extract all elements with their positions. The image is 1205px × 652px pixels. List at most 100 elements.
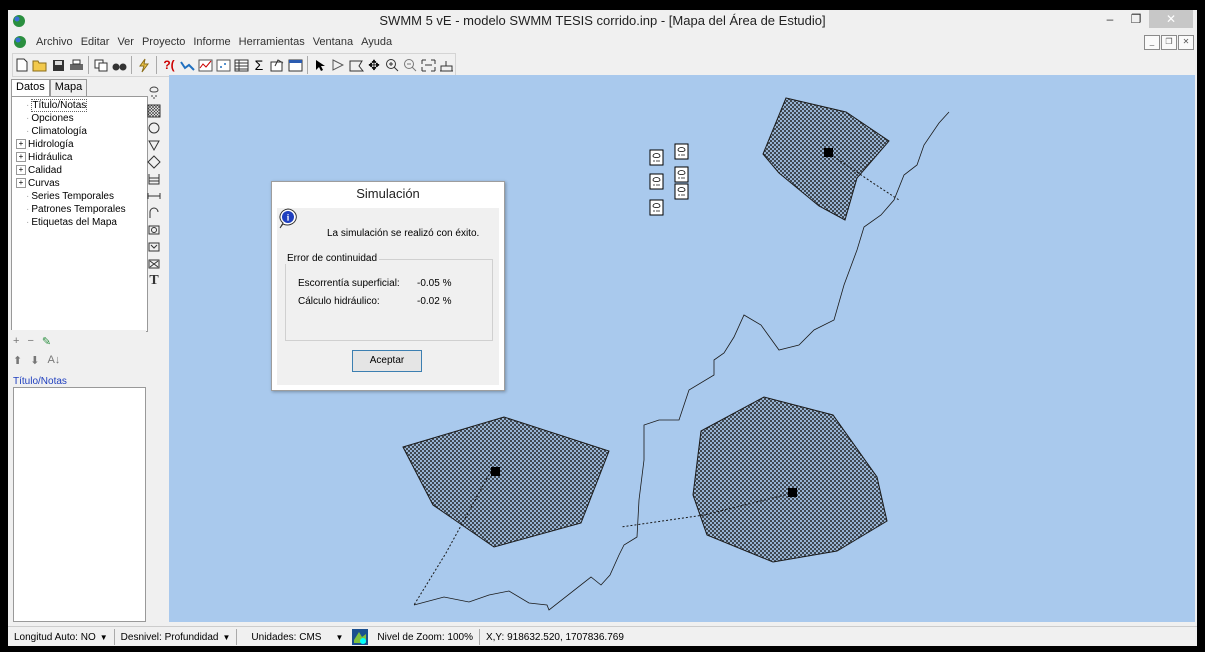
menu-bar: Archivo Editar Ver Proyecto Informe Herr… [8, 32, 1197, 52]
title-bar: SWMM 5 vE - modelo SWMM TESIS corrido.in… [8, 10, 1197, 32]
statistics-icon[interactable]: Σ [250, 56, 268, 74]
move-down-button[interactable]: ⬇ [30, 354, 39, 367]
save-icon[interactable] [49, 56, 67, 74]
offsets-status[interactable]: Desnivel: Profundidad ▼ [115, 632, 237, 643]
measure-icon[interactable] [437, 56, 455, 74]
print-icon[interactable] [67, 56, 85, 74]
delete-item-button[interactable]: − [27, 335, 33, 348]
junction-icon[interactable] [146, 119, 162, 136]
sort-button[interactable]: A↓ [47, 354, 60, 367]
copy-icon[interactable] [92, 56, 110, 74]
expand-icon[interactable]: + [16, 165, 26, 176]
window-icon[interactable] [286, 56, 304, 74]
subcatchment-icon[interactable] [146, 102, 162, 119]
tree-item[interactable]: + Hidráulica [12, 151, 147, 164]
close-button[interactable]: ✕ [1149, 10, 1193, 28]
subcatchment-top[interactable] [762, 97, 890, 221]
tree-item[interactable]: · Series Temporales [12, 190, 147, 203]
tree-connector: · [26, 191, 30, 202]
add-item-button[interactable]: + [13, 335, 19, 348]
menu-archivo[interactable]: Archivo [32, 36, 77, 48]
storage-icon[interactable] [146, 170, 162, 187]
label-icon[interactable]: T [146, 272, 162, 289]
select-icon[interactable] [311, 56, 329, 74]
new-icon[interactable] [13, 56, 31, 74]
toolbar-separator [131, 56, 132, 74]
tree-item-label: Curvas [28, 178, 60, 189]
options-icon[interactable] [268, 56, 286, 74]
menu-herramientas[interactable]: Herramientas [235, 36, 309, 48]
expand-icon[interactable]: + [16, 139, 26, 150]
open-icon[interactable] [31, 56, 49, 74]
tree-item[interactable]: + Calidad [12, 164, 147, 177]
auto-length-status[interactable]: Longitud Auto: NO ▼ [8, 632, 114, 643]
tree-connector: · [26, 204, 30, 215]
pump-icon[interactable] [146, 204, 162, 221]
tree-item[interactable]: · Etiquetas del Mapa [12, 216, 147, 229]
divider-icon[interactable] [146, 153, 162, 170]
toolbar-separator [307, 56, 308, 74]
tab-datos[interactable]: Datos [11, 79, 50, 96]
move-up-button[interactable]: ⬆ [13, 354, 22, 367]
subcatchment-centroid[interactable] [788, 488, 797, 497]
mdi-minimize-button[interactable]: _ [1144, 35, 1160, 50]
subcatchment-centroid[interactable] [491, 467, 500, 476]
profile-plot-icon[interactable] [178, 56, 196, 74]
full-extent-icon[interactable] [419, 56, 437, 74]
subcatchment-right[interactable] [692, 396, 888, 563]
zoom-in-icon[interactable] [383, 56, 401, 74]
simulation-dialog: Simulación i La simulación se realizó co… [271, 181, 505, 391]
table-icon[interactable] [232, 56, 250, 74]
edit-item-button[interactable]: ✎ [42, 335, 51, 348]
orifice-icon[interactable] [146, 221, 162, 238]
menu-informe[interactable]: Informe [189, 36, 234, 48]
rain-gage-icon[interactable] [146, 85, 162, 102]
select-vertex-icon[interactable] [329, 56, 347, 74]
mdi-close-button[interactable]: ✕ [1178, 35, 1194, 50]
tree-item[interactable]: + Curvas [12, 177, 147, 190]
outlet-icon[interactable] [146, 255, 162, 272]
tree-item[interactable]: + Hidrología [12, 138, 147, 151]
timeseries-plot-icon[interactable] [196, 56, 214, 74]
find-icon[interactable] [110, 56, 128, 74]
subcatchment-left[interactable] [402, 416, 610, 548]
dialog-title: Simulación [356, 186, 420, 201]
tab-mapa[interactable]: Mapa [49, 79, 88, 96]
zoom-level-status: Nivel de Zoom: 100% [377, 631, 473, 643]
weir-icon[interactable] [146, 238, 162, 255]
select-region-icon[interactable] [347, 56, 365, 74]
minimize-button[interactable]: – [1097, 10, 1123, 28]
swmm-window: SWMM 5 vE - modelo SWMM TESIS corrido.in… [8, 10, 1197, 646]
units-status[interactable]: Unidades: CMS ▼ [237, 632, 349, 643]
tree-item[interactable]: · Patrones Temporales [12, 203, 147, 216]
tree-item[interactable]: · Opciones [12, 112, 147, 125]
menu-editar[interactable]: Editar [77, 36, 114, 48]
conduit-icon[interactable] [146, 187, 162, 204]
scatter-plot-icon[interactable] [214, 56, 232, 74]
tree-item[interactable]: · Título/Notas [12, 99, 147, 112]
window-title: SWMM 5 vE - modelo SWMM TESIS corrido.in… [379, 13, 826, 28]
tree-item[interactable]: · Climatología [12, 125, 147, 138]
expand-icon[interactable]: + [16, 152, 26, 163]
subcatchment-centroid[interactable] [824, 148, 833, 157]
restore-button[interactable]: ❐ [1123, 10, 1149, 28]
items-list[interactable] [13, 387, 146, 622]
study-area-map[interactable]: Simulación i La simulación se realizó co… [169, 75, 1195, 622]
browser-tabs: Datos Mapa [11, 79, 88, 96]
rain-gage-group[interactable] [649, 143, 689, 216]
run-icon[interactable] [135, 56, 153, 74]
query-icon[interactable]: ?( [160, 56, 178, 74]
menu-ver[interactable]: Ver [113, 36, 138, 48]
mdi-restore-button[interactable]: ❐ [1161, 35, 1177, 50]
outfall-icon[interactable] [146, 136, 162, 153]
document-window-icon[interactable] [12, 34, 28, 50]
pan-icon[interactable]: ✥ [365, 56, 383, 74]
zoom-out-icon[interactable] [401, 56, 419, 74]
ok-button[interactable]: Aceptar [352, 350, 422, 372]
menu-proyecto[interactable]: Proyecto [138, 36, 189, 48]
status-bar: Longitud Auto: NO ▼ Desnivel: Profundidad… [8, 626, 1197, 646]
expand-icon[interactable]: + [16, 178, 26, 189]
menu-ayuda[interactable]: Ayuda [357, 36, 396, 48]
tree-item-label: Calidad [28, 165, 62, 176]
menu-ventana[interactable]: Ventana [309, 36, 357, 48]
